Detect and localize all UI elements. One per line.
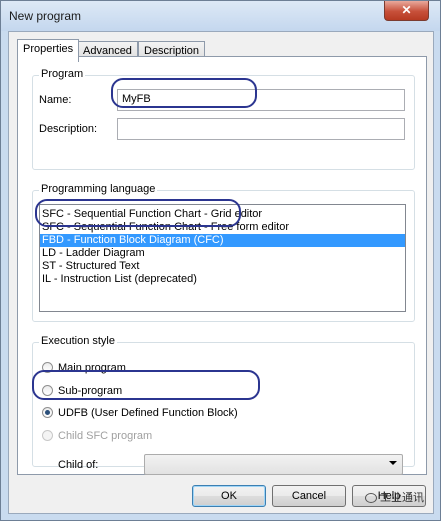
programming-language-title: Programming language [39,183,158,195]
ok-button[interactable]: OK [192,485,266,507]
programming-language-group: Programming language SFC - Sequential Fu… [32,183,415,322]
radio-label: Child SFC program [58,430,153,442]
program-group-title: Program [39,68,86,80]
watermark-text: 工业通讯 [380,492,424,504]
description-label: Description: [39,123,98,135]
name-label: Name: [39,94,72,106]
child-of-label: Child of: [58,459,99,471]
dialog-content: Properties Advanced Description Program … [8,31,434,514]
radio-button-checked[interactable] [42,407,53,418]
title-bar[interactable]: New program ✕ [1,1,440,31]
close-button[interactable]: ✕ [384,1,429,21]
description-input[interactable] [117,118,405,140]
language-item-ld[interactable]: LD - Ladder Diagram [40,247,405,260]
radio-button[interactable] [42,385,53,396]
language-item-sfc-grid[interactable]: SFC - Sequential Function Chart - Grid e… [40,208,405,221]
wechat-icon [365,493,377,504]
watermark-logo: 工业通讯 [365,489,424,505]
program-group: Program Name: MyFB Description: [32,68,415,170]
chevron-down-icon [389,461,397,465]
language-item-il[interactable]: IL - Instruction List (deprecated) [40,273,405,286]
execution-style-group: Execution style Main program Sub-program… [32,335,415,467]
language-item-fbd[interactable]: FBD - Function Block Diagram (CFC) [40,234,405,247]
radio-label: Sub-program [58,385,123,397]
radio-button-disabled [42,430,53,441]
radio-label: Main program [58,362,126,374]
name-input[interactable]: MyFB [117,89,405,111]
properties-page: Program Name: MyFB Description: Programm… [17,56,427,475]
child-of-dropdown[interactable] [144,454,403,475]
language-item-sfc-freeform[interactable]: SFC - Sequential Function Chart - Free f… [40,221,405,234]
close-icon: ✕ [401,3,412,17]
window-title: New program [9,9,82,23]
execution-style-title: Execution style [39,335,117,347]
cancel-button[interactable]: Cancel [272,485,346,507]
language-item-st[interactable]: ST - Structured Text [40,260,405,273]
language-listbox[interactable]: SFC - Sequential Function Chart - Grid e… [39,204,406,312]
radio-label: UDFB (User Defined Function Block) [58,407,238,419]
radio-button[interactable] [42,362,53,373]
tab-properties[interactable]: Properties [17,39,80,62]
new-program-dialog: New program ✕ Properties Advanced Descri… [0,0,441,521]
